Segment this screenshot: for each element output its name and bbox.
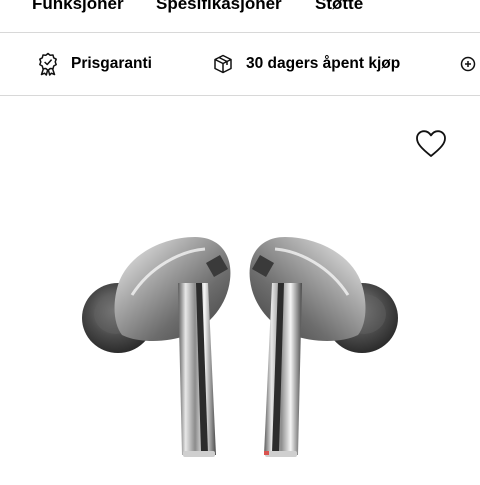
tab-funksjoner[interactable]: Funksjoner (32, 0, 124, 14)
benefit-apent-kjop[interactable]: 30 dagers åpent kjøp (212, 33, 400, 95)
section-tab-nav: Funksjoner Spesifikasjoner Støtte (0, 0, 480, 33)
benefit-label-apent-kjop: 30 dagers åpent kjøp (246, 55, 401, 72)
heart-icon[interactable] (414, 128, 448, 160)
earbuds-image (70, 225, 410, 480)
benefit-more[interactable] (460, 33, 480, 95)
benefit-prisgaranti[interactable]: Prisgaranti (37, 33, 152, 95)
tab-spesifikasjoner[interactable]: Spesifikasjoner (156, 0, 282, 14)
package-return-icon (212, 53, 234, 75)
benefit-label-prisgaranti: Prisgaranti (71, 55, 152, 72)
benefits-bar: Prisgaranti 30 dagers åpent kjøp (0, 33, 480, 96)
tab-stotte[interactable]: Støtte (315, 0, 363, 14)
award-badge-icon (37, 52, 59, 76)
plus-circle-icon (460, 56, 476, 72)
